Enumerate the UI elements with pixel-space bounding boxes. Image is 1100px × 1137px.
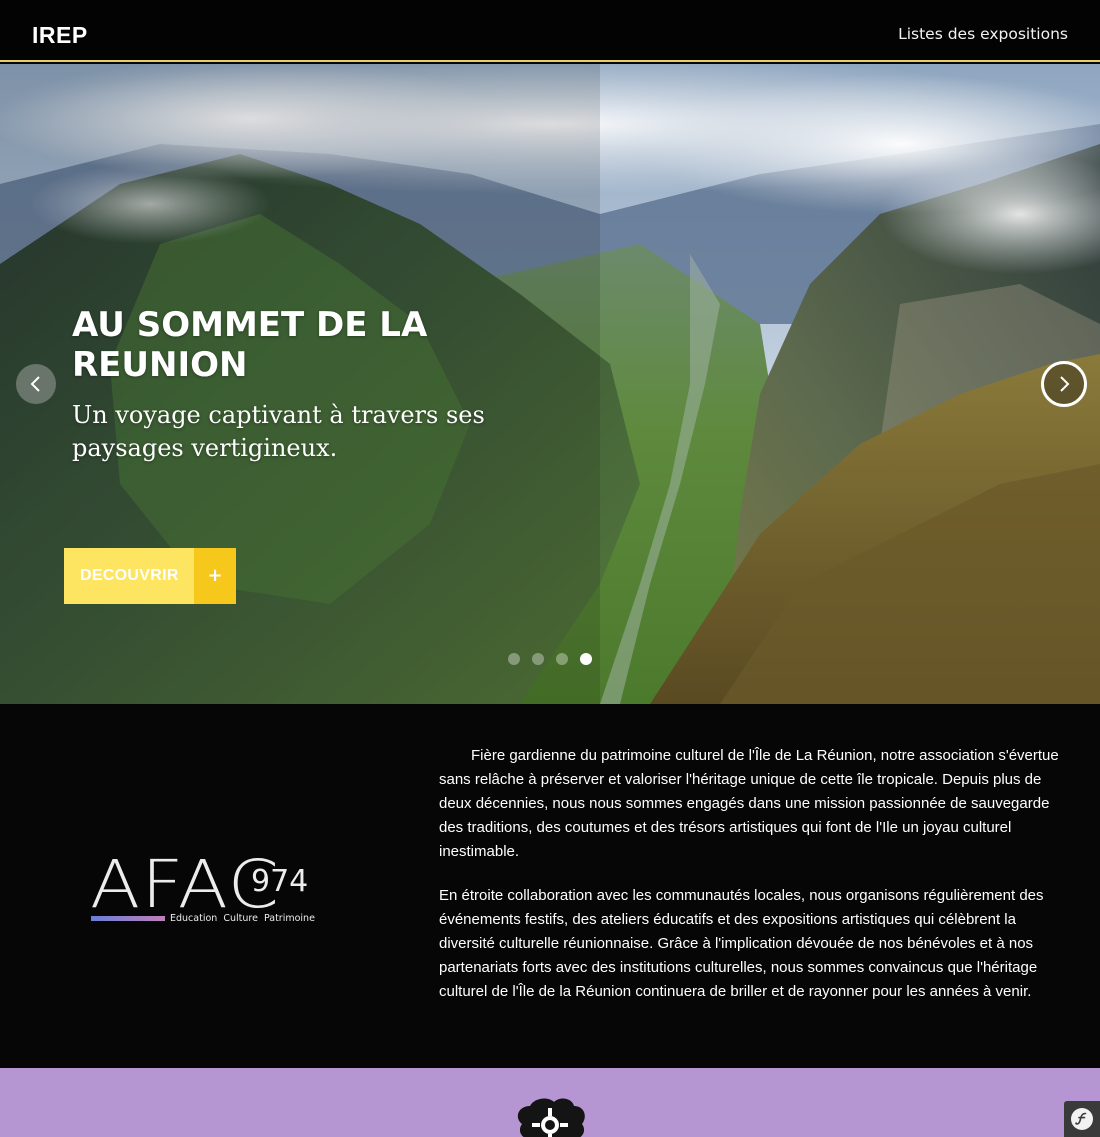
- about-text: Fière gardienne du patrimoine culturel d…: [439, 744, 1069, 1024]
- region-logo-icon: [517, 1098, 585, 1137]
- logo-number: 974: [251, 864, 308, 899]
- logo-tagline: Education Culture Patrimoine: [170, 913, 315, 924]
- carousel-dot-3[interactable]: [556, 653, 568, 665]
- partners-section: [0, 1068, 1100, 1137]
- hero-title: AU SOMMET DE LA REUNION: [72, 305, 428, 385]
- discover-button-label: DECOUVRIR: [64, 548, 194, 604]
- hero-subtitle: Un voyage captivant à travers ses paysag…: [72, 401, 485, 462]
- chevron-left-icon: [30, 376, 40, 392]
- carousel-dot-1[interactable]: [508, 653, 520, 665]
- hero-carousel: AU SOMMET DE LA REUNION Un voyage captiv…: [0, 64, 1100, 704]
- nav-link-expositions[interactable]: Listes des expositions: [898, 25, 1068, 43]
- about-section: AFAC 974 Education Culture Patrimoine Fi…: [0, 704, 1100, 1068]
- plus-icon: +: [194, 548, 236, 604]
- carousel-dot-4[interactable]: [580, 653, 592, 665]
- carousel-next-button[interactable]: [1041, 361, 1087, 407]
- discover-button[interactable]: DECOUVRIR +: [64, 548, 236, 604]
- chevron-right-icon: [1060, 376, 1070, 392]
- logo-gradient-bar: [91, 916, 165, 921]
- about-paragraph-2: En étroite collaboration avec les commun…: [439, 887, 1044, 1000]
- brand-logo[interactable]: IREP: [32, 22, 88, 49]
- carousel-dot-2[interactable]: [532, 653, 544, 665]
- afac-974-logo: AFAC 974 Education Culture Patrimoine: [90, 846, 315, 924]
- carousel-prev-button[interactable]: [16, 364, 56, 404]
- navbar: IREP Listes des expositions: [0, 0, 1100, 62]
- about-paragraph-1: Fière gardienne du patrimoine culturel d…: [439, 747, 1059, 860]
- symfony-debug-toolbar-toggle[interactable]: [1064, 1101, 1100, 1137]
- symfony-icon: [1071, 1108, 1093, 1130]
- carousel-indicators: [508, 653, 592, 665]
